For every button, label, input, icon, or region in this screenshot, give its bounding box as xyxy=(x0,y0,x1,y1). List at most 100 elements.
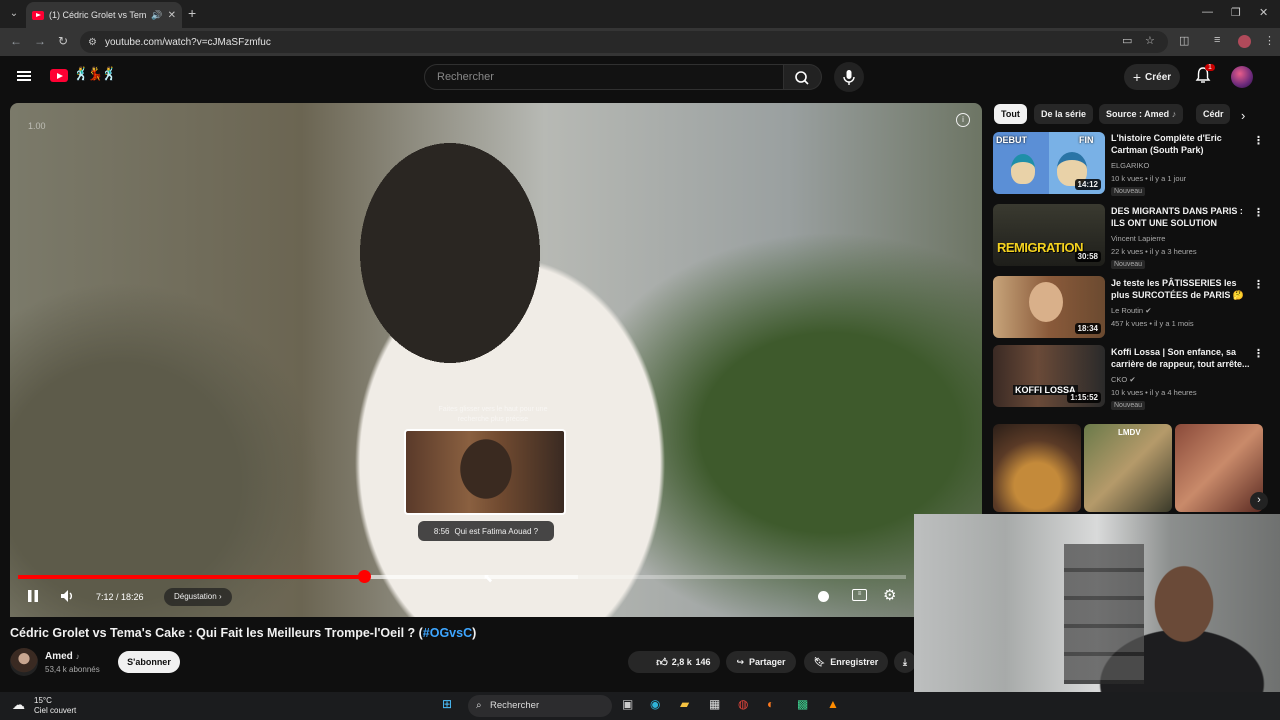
video-title: Cédric Grolet vs Tema's Cake : Qui Fait … xyxy=(10,626,476,640)
windows-start-icon[interactable]: ⊞ xyxy=(442,697,452,711)
short-thumbnail[interactable]: LMDV xyxy=(1084,424,1172,512)
new-tab-icon[interactable]: + xyxy=(188,5,196,21)
shorts-next-icon[interactable]: › xyxy=(1250,492,1268,510)
rec-new-badge: Nouveau xyxy=(1111,401,1146,410)
progress-scrubber-handle[interactable] xyxy=(358,570,371,583)
vlc-icon[interactable]: ▲ xyxy=(827,697,839,711)
channel-avatar[interactable] xyxy=(10,648,38,676)
extensions-icon[interactable]: ◫ xyxy=(1179,34,1189,47)
windows-taskbar: ☁ 15°C Ciel couvert ⊞ ⌕ Rechercher ▣ ◉ ▰… xyxy=(0,692,1280,720)
thumb-text: REMIGRATION xyxy=(997,240,1083,255)
chip-source[interactable]: Source : Amed ♪ xyxy=(1099,104,1184,124)
share-button[interactable]: ↪ Partager xyxy=(726,651,796,673)
share-label: Partager xyxy=(749,657,786,667)
rec-more-options-icon[interactable]: ⋮ xyxy=(1253,206,1264,219)
weather-widget[interactable]: 15°C Ciel couvert xyxy=(34,696,76,716)
rec-title[interactable]: Je teste les PÂTISSERIES les plus SURCOT… xyxy=(1111,277,1251,301)
minimize-icon[interactable]: — xyxy=(1202,6,1213,18)
back-icon[interactable]: ← xyxy=(10,34,22,48)
voice-search-button[interactable] xyxy=(834,62,864,92)
menu-icon[interactable] xyxy=(17,71,31,81)
rec-thumbnail[interactable]: KOFFI LOSSA 1:15:52 xyxy=(993,345,1105,407)
close-tab-icon[interactable]: ✕ xyxy=(168,10,176,21)
chrome-menu-icon[interactable]: ⋮ xyxy=(1264,34,1275,47)
mic-icon xyxy=(843,70,855,85)
maximize-icon[interactable]: ❐ xyxy=(1231,6,1241,19)
chapter-button[interactable]: Dégustation › xyxy=(164,588,232,606)
save-button[interactable]: 🔖︎ Enregistrer xyxy=(804,651,888,673)
pause-button[interactable] xyxy=(26,589,40,606)
rec-thumbnail[interactable]: REMIGRATION 30:58 xyxy=(993,204,1105,266)
rec-more-options-icon[interactable]: ⋮ xyxy=(1253,278,1264,291)
comment-count[interactable]: 146 xyxy=(686,651,720,673)
rec-meta: 22 k vues • il y a 3 heures xyxy=(1111,247,1197,256)
youtube-doodle-icon[interactable]: 🕺💃🕺 xyxy=(73,66,118,82)
music-note-icon: ♪ xyxy=(1171,109,1177,119)
preview-time: 8:56 xyxy=(433,526,450,536)
rec-title[interactable]: Koffi Lossa | Son enfance, sa carrière d… xyxy=(1111,346,1251,370)
search-input[interactable]: Rechercher xyxy=(424,64,784,90)
search-button[interactable] xyxy=(784,64,822,90)
rec-channel[interactable]: CKO ✔ xyxy=(1111,375,1136,384)
webcam-shelf xyxy=(1064,544,1144,684)
create-button[interactable]: + Créer xyxy=(1124,64,1180,90)
task-view-icon[interactable]: ▣ xyxy=(622,697,633,711)
rec-more-options-icon[interactable]: ⋮ xyxy=(1253,347,1264,360)
info-icon[interactable]: i xyxy=(956,113,970,127)
chip-all[interactable]: Tout xyxy=(994,104,1027,124)
short-thumbnail[interactable] xyxy=(993,424,1081,512)
browser-tab[interactable]: (1) Cédric Grolet vs Tema's C 🔊 ✕ xyxy=(26,2,182,28)
weather-cloud-icon[interactable]: ☁ xyxy=(12,697,25,713)
rec-channel[interactable]: ELGARIKO xyxy=(1111,161,1149,170)
close-window-icon[interactable]: ✕ xyxy=(1259,6,1268,19)
subtitles-icon[interactable]: ≡ xyxy=(852,589,867,601)
media-control-icon[interactable]: ≡ xyxy=(1214,34,1220,46)
video-player[interactable]: 1.00 i Faites glisser vers le haut pour … xyxy=(10,103,982,617)
volume-button[interactable] xyxy=(59,588,75,607)
bookmark-star-icon[interactable]: ☆ xyxy=(1145,34,1155,47)
chip-series[interactable]: De la série xyxy=(1034,104,1094,124)
chips-next-icon[interactable]: › xyxy=(1241,108,1245,123)
file-explorer-icon[interactable]: ▰ xyxy=(680,697,689,711)
cast-icon[interactable]: ▭ xyxy=(1122,34,1132,47)
firefox-icon[interactable]: ◐ xyxy=(767,697,774,711)
address-bar-row: ← → ↻ ⚙ youtube.com/watch?v=cJMaSFzmfuc … xyxy=(0,28,1280,56)
create-label: Créer xyxy=(1145,71,1172,83)
edge-icon[interactable]: ◉ xyxy=(650,697,660,711)
rec-more-options-icon[interactable]: ⋮ xyxy=(1253,134,1264,147)
rec-thumbnail[interactable]: 18:34 xyxy=(993,276,1105,338)
reload-icon[interactable]: ↻ xyxy=(58,34,68,48)
rec-duration: 14:12 xyxy=(1074,179,1101,190)
webcam-overlay xyxy=(914,514,1280,720)
site-info-icon[interactable]: ⚙ xyxy=(88,37,97,48)
rec-title[interactable]: DES MIGRANTS DANS PARIS : ILS ONT UNE SO… xyxy=(1111,205,1251,229)
verified-music-icon: ♪ xyxy=(75,652,80,661)
subscribe-button[interactable]: S'abonner xyxy=(118,651,180,673)
settings-gear-icon[interactable]: ⚙ xyxy=(883,586,896,604)
taskbar-search[interactable]: ⌕ Rechercher xyxy=(468,695,612,717)
weather-desc: Ciel couvert xyxy=(34,706,77,715)
search-icon xyxy=(795,71,809,85)
thumbs-up-icon: 👍︎ xyxy=(656,656,668,669)
forward-icon[interactable]: → xyxy=(34,34,46,48)
rec-channel[interactable]: Le Routin ✔ xyxy=(1111,306,1152,315)
audio-playing-icon[interactable]: 🔊 xyxy=(151,10,162,21)
download-button[interactable]: ⤓ xyxy=(894,651,916,673)
channel-name[interactable]: Amed ♪ xyxy=(45,651,80,662)
thumb-text: FIN xyxy=(1079,135,1094,145)
rec-thumbnail[interactable]: DEBUT FIN 14:12 xyxy=(993,132,1105,194)
chrome-icon[interactable]: ◍ xyxy=(738,697,748,711)
browser-tab-strip: ⌄ (1) Cédric Grolet vs Tema's C 🔊 ✕ + — … xyxy=(0,0,1280,28)
rec-title[interactable]: L'histoire Complète d'Eric Cartman (Sout… xyxy=(1111,132,1251,156)
url-bar[interactable]: ⚙ youtube.com/watch?v=cJMaSFzmfuc xyxy=(80,31,1168,53)
account-avatar[interactable] xyxy=(1231,66,1253,88)
autoplay-toggle[interactable] xyxy=(818,591,829,602)
tab-search-icon[interactable]: ⌄ xyxy=(6,6,22,22)
chip-cedric[interactable]: Cédr xyxy=(1196,104,1230,124)
rec-channel[interactable]: Vincent Lapierre xyxy=(1111,234,1165,243)
app-icon[interactable]: ▩ xyxy=(797,697,808,711)
video-hashtag-link[interactable]: #OGvsC xyxy=(423,626,472,640)
profile-avatar[interactable] xyxy=(1238,35,1251,48)
store-icon[interactable]: ▦ xyxy=(709,697,720,711)
youtube-logo-icon[interactable] xyxy=(50,69,68,82)
